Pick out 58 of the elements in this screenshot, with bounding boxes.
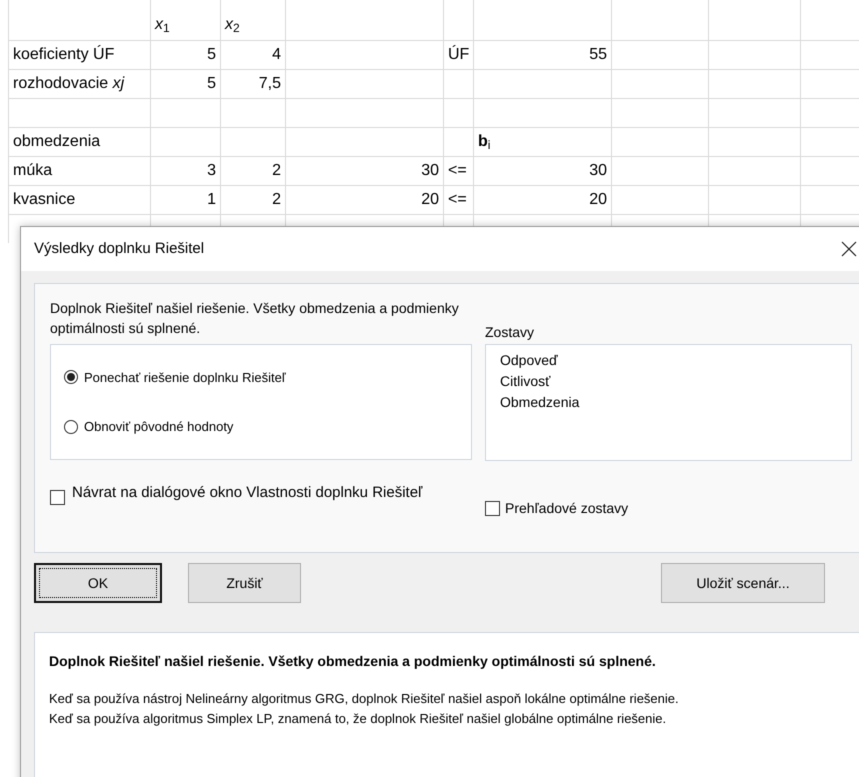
checkbox[interactable] (485, 501, 500, 516)
window-title: Výsledky doplnku Riešitel (34, 238, 204, 259)
dialog-button[interactable]: Zrušiť (188, 563, 301, 603)
table-cell: x$_{1}$ (150, 0, 220, 40)
table-cell: <= (443, 156, 473, 185)
table-cell: b$_{i}$ (473, 127, 611, 156)
table-cell: rozhodovacie xj (8, 69, 150, 98)
table-cell: 3 (150, 156, 220, 185)
details-text: Keď sa používa nástroj Nelineárny algoritmus GRG, doplnok Riešiteľ našiel aspoň lokálne optimálne riešenie. (49, 690, 680, 708)
table-cell (800, 40, 859, 69)
table-cell (800, 69, 859, 98)
table-cell: 2 (220, 185, 285, 214)
radio-button[interactable] (64, 370, 78, 384)
table-cell (220, 98, 285, 127)
radio-label: Ponechať riešenie doplnku Riešiteľ (84, 368, 286, 387)
table-cell: múka (8, 156, 150, 185)
table-cell: 5 (150, 40, 220, 69)
table-cell: 2 (220, 156, 285, 185)
list-item[interactable]: Odpoveď (500, 350, 851, 371)
table-cell: 20 (473, 185, 611, 214)
table-cell: <= (443, 185, 473, 214)
table-cell (150, 127, 220, 156)
table-cell (800, 127, 859, 156)
table-cell: obmedzenia (8, 127, 150, 156)
checkbox-label: Návrat na dialógové okno Vlastnosti doplnku Riešiteľ (72, 483, 424, 503)
table-cell (443, 69, 473, 98)
details-text: Keď sa používa algoritmus Simplex LP, znamená to, že doplnok Riešiteľ našiel globálne optimálne riešenie. (49, 710, 668, 728)
radio-button[interactable] (64, 420, 78, 434)
list-item[interactable]: Citlivosť (500, 371, 851, 392)
list-item[interactable]: Obmedzenia (500, 392, 851, 413)
close-icon[interactable] (841, 241, 857, 257)
table-cell (443, 127, 473, 156)
table-cell (800, 156, 859, 185)
table-cell: 30 (473, 156, 611, 185)
table-cell: 1 (150, 185, 220, 214)
table-cell (443, 98, 473, 127)
table-cell: 20 (285, 185, 443, 214)
table-cell: 4 (220, 40, 285, 69)
result-message: Doplnok Riešiteľ našiel riešenie. Všetky obmedzenia a podmienky optimálnosti sú splnené. (50, 299, 460, 338)
table-cell: koeficienty ÚF (8, 40, 150, 69)
table-cell: x$_{2}$ (220, 0, 285, 40)
table-cell (150, 98, 220, 127)
table-cell: 30 (285, 156, 443, 185)
dialog-button[interactable]: OK (34, 563, 162, 603)
table-cell: ÚF (443, 40, 473, 69)
checkbox[interactable] (50, 490, 65, 505)
radio-label: Obnoviť pôvodné hodnoty (84, 418, 234, 436)
reports-label: Zostavy (485, 323, 536, 342)
table-cell: kvasnice (8, 185, 150, 214)
details-headline: Doplnok Riešiteľ našiel riešenie. Všetky obmedzenia a podmienky optimálnosti sú splnené. (49, 652, 657, 671)
table-cell: 7,5 (220, 69, 285, 98)
table-cell: 5 (150, 69, 220, 98)
table-cell (800, 98, 859, 127)
table-cell: 55 (473, 40, 611, 69)
table-cell (220, 127, 285, 156)
dialog-button[interactable]: Uložiť scenár... (661, 563, 825, 603)
checkbox-label: Prehľadové zostavy (505, 499, 628, 518)
table-cell (800, 185, 859, 214)
